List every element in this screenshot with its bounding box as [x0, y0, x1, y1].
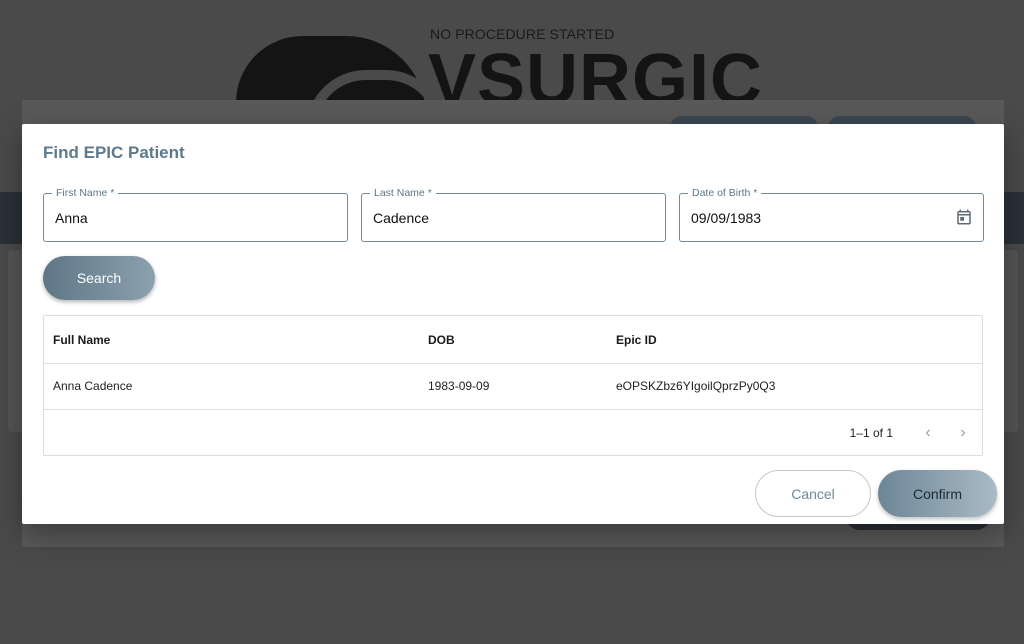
first-name-input[interactable] — [55, 194, 307, 241]
header-dob: DOB — [428, 333, 455, 347]
chevron-right-icon[interactable]: › — [952, 422, 974, 444]
dialog-title: Find EPIC Patient — [43, 143, 185, 162]
chevron-left-icon[interactable]: ‹ — [917, 422, 939, 444]
table-pagination: 1–1 of 1 ‹ › — [44, 410, 982, 456]
cancel-button[interactable]: Cancel — [755, 470, 871, 517]
cell-epic-id: eOPSKZbz6YIgoilQprzPy0Q3 — [616, 379, 776, 393]
cell-dob: 1983-09-09 — [428, 379, 490, 393]
cell-full-name: Anna Cadence — [53, 379, 133, 393]
header-epic-id: Epic ID — [616, 333, 657, 347]
search-button[interactable]: Search — [43, 256, 155, 300]
first-name-field[interactable]: First Name * — [43, 186, 348, 242]
dob-input[interactable] — [691, 194, 943, 241]
table-row[interactable]: Anna Cadence 1983-09-09 eOPSKZbz6YIgoilQ… — [44, 364, 982, 410]
header-full-name: Full Name — [53, 333, 111, 347]
patient-results-table: Full Name DOB Epic ID Anna Cadence 1983-… — [43, 315, 983, 456]
table-header: Full Name DOB Epic ID — [44, 316, 982, 364]
calendar-icon[interactable] — [955, 208, 973, 226]
last-name-input[interactable] — [373, 194, 625, 241]
pagination-range: 1–1 of 1 — [849, 426, 893, 440]
find-patient-dialog: Find EPIC Patient First Name * Last Name… — [22, 124, 1004, 524]
last-name-field[interactable]: Last Name * — [361, 186, 666, 242]
confirm-button[interactable]: Confirm — [878, 470, 997, 517]
dob-field[interactable]: Date of Birth * — [679, 186, 984, 242]
